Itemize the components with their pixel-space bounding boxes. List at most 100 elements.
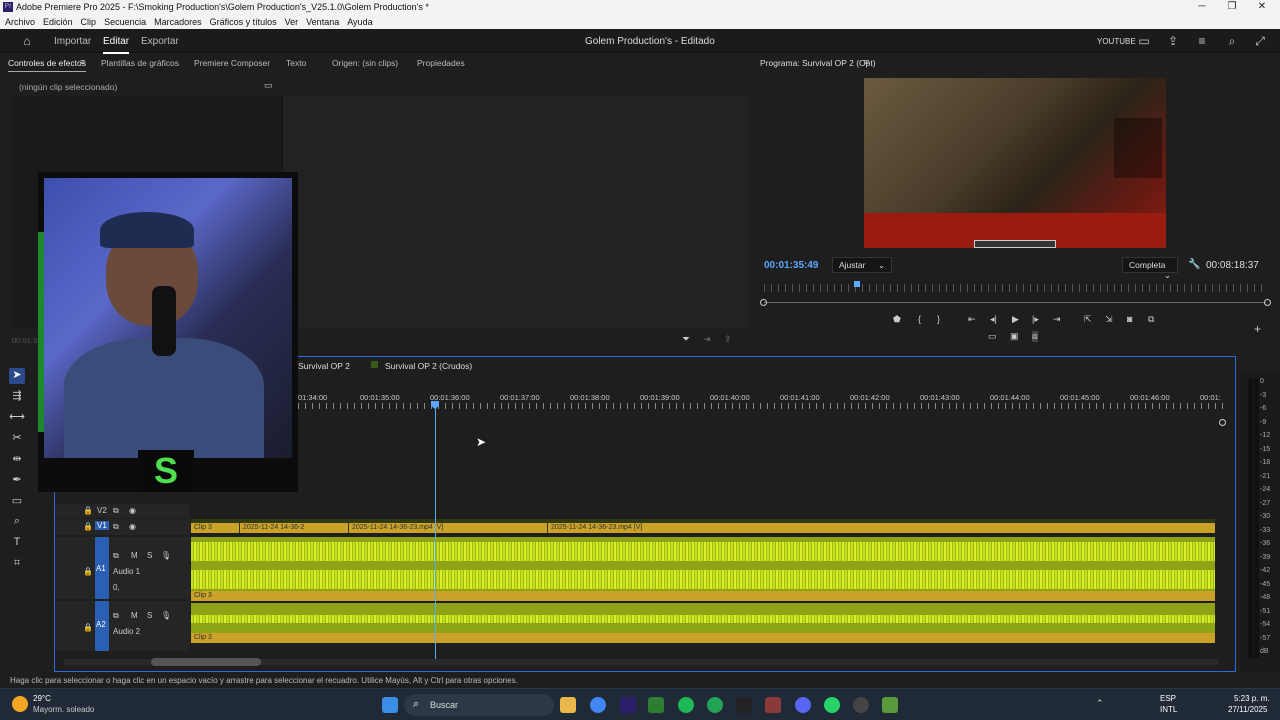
premiere-taskbar-icon[interactable] bbox=[620, 697, 636, 713]
lock-icon[interactable]: 🔒 bbox=[83, 522, 93, 531]
weather-temp[interactable]: 29°C bbox=[33, 694, 51, 703]
chevron-up-icon[interactable]: ⌃ bbox=[1096, 698, 1104, 709]
whatsapp-icon[interactable] bbox=[824, 697, 840, 713]
zoom-handle-left[interactable] bbox=[760, 299, 767, 306]
overwrite-icon[interactable]: ▣ bbox=[1010, 331, 1019, 342]
mark-in-icon[interactable]: { bbox=[918, 314, 921, 324]
extract-icon[interactable]: ⇲ bbox=[1105, 314, 1113, 325]
a1-audio-clip[interactable]: Clip 3 bbox=[191, 537, 1215, 601]
wrench-icon[interactable]: 🔧 bbox=[1188, 259, 1200, 270]
clock-time[interactable]: 5:23 p. m. bbox=[1234, 694, 1270, 703]
slip-icon[interactable]: ⇹ bbox=[9, 452, 25, 468]
program-playhead[interactable] bbox=[854, 281, 860, 287]
lock-icon[interactable]: 🔒 bbox=[83, 623, 93, 632]
a2-audio-clip[interactable]: Clip 3 bbox=[191, 603, 1215, 643]
quality-dropdown[interactable]: Completa ⌄ bbox=[1122, 257, 1178, 280]
menu-ayuda[interactable]: Ayuda bbox=[347, 15, 372, 29]
file-explorer-icon[interactable] bbox=[560, 697, 576, 713]
solo-button[interactable]: S bbox=[147, 551, 152, 560]
search-icon[interactable]: ⌕ bbox=[1225, 34, 1239, 49]
selection-tool-icon[interactable]: ➤ bbox=[9, 368, 25, 384]
step-forward-icon[interactable]: |▸ bbox=[1032, 314, 1039, 325]
tab-plantillas[interactable]: Plantillas de gráficos bbox=[101, 58, 179, 68]
timeline-playhead[interactable] bbox=[435, 403, 436, 663]
play-icon[interactable]: ▶ bbox=[1012, 314, 1019, 325]
filter-icon[interactable]: ⏷ bbox=[682, 334, 690, 345]
chrome-icon[interactable] bbox=[590, 697, 606, 713]
language-code[interactable]: ESP bbox=[1160, 694, 1176, 703]
clock-date[interactable]: 27/11/2025 bbox=[1228, 705, 1267, 714]
menu-marcadores[interactable]: Marcadores bbox=[154, 15, 202, 29]
panel-layout-icon[interactable]: ▭ bbox=[264, 80, 273, 91]
menu-clip[interactable]: Clip bbox=[81, 15, 97, 29]
xbox-icon[interactable] bbox=[648, 697, 664, 713]
zoom-icon[interactable]: ⌕ bbox=[9, 515, 25, 531]
step-back-icon[interactable]: ◂| bbox=[990, 314, 997, 325]
type-tool-icon[interactable]: T bbox=[9, 536, 25, 552]
workspace-label[interactable]: YOUTUBE bbox=[1097, 37, 1136, 46]
menu-secuencia[interactable]: Secuencia bbox=[104, 15, 146, 29]
discord-icon[interactable] bbox=[795, 697, 811, 713]
program-title[interactable]: Programa: Survival OP 2 (Opt) bbox=[760, 58, 876, 68]
captions-tool-icon[interactable]: ⌗ bbox=[9, 557, 25, 573]
menu-ver[interactable]: Ver bbox=[285, 15, 299, 29]
lift-icon[interactable]: ⇱ bbox=[1084, 314, 1092, 325]
tab-survival-op2-crudos[interactable]: Survival OP 2 (Crudos) bbox=[385, 361, 472, 371]
nav-importar[interactable]: Importar bbox=[54, 36, 91, 47]
panel-menu-icon[interactable]: ≡ bbox=[80, 57, 85, 67]
minecraft-icon[interactable] bbox=[882, 697, 898, 713]
lock-icon[interactable]: 🔒 bbox=[83, 506, 93, 515]
tab-texto[interactable]: Texto bbox=[286, 58, 306, 68]
nav-exportar[interactable]: Exportar bbox=[141, 36, 179, 47]
go-to-out-icon[interactable]: ⇥ bbox=[1053, 314, 1061, 325]
menu-ventana[interactable]: Ventana bbox=[306, 15, 339, 29]
export-frame-icon[interactable]: ⇥ bbox=[703, 334, 711, 345]
windows-start-icon[interactable] bbox=[382, 697, 398, 713]
export-icon[interactable]: ⇪ bbox=[724, 334, 732, 345]
hscroll-thumb[interactable] bbox=[151, 658, 261, 666]
mic-icon[interactable]: 🎙 bbox=[161, 551, 171, 560]
eye-icon[interactable]: ◉ bbox=[129, 506, 136, 515]
sync-icon[interactable]: ⧉ bbox=[113, 522, 119, 532]
menu-lines-icon[interactable]: ≡ bbox=[1195, 34, 1209, 48]
app-icon[interactable] bbox=[707, 697, 723, 713]
track-v1-label[interactable]: V1 bbox=[95, 521, 109, 530]
menu-archivo[interactable]: Archivo bbox=[5, 15, 35, 29]
program-zoom-bar[interactable] bbox=[764, 302, 1266, 303]
home-icon[interactable]: ⌂ bbox=[20, 34, 34, 48]
video-clip[interactable]: 2025-11-24 14-36-23.mp4 [V] bbox=[548, 523, 1215, 533]
rectangle-icon[interactable]: ▭ bbox=[9, 494, 25, 510]
minimize-icon[interactable]: ─ bbox=[1192, 1, 1212, 12]
tab-controles-efectos[interactable]: Controles de efectos bbox=[8, 58, 86, 72]
video-clip[interactable]: 2025-11-24 14-36-2 bbox=[240, 523, 348, 533]
app-icon-red[interactable] bbox=[765, 697, 781, 713]
github-icon[interactable] bbox=[853, 697, 869, 713]
mic-icon[interactable]: 🎙 bbox=[161, 611, 171, 620]
tab-survival-op2[interactable]: Survival OP 2 bbox=[298, 361, 350, 371]
video-clip[interactable]: Clip 3 bbox=[191, 523, 239, 533]
close-icon[interactable]: ✕ bbox=[1252, 1, 1272, 12]
weather-desc[interactable]: Mayorm. soleado bbox=[33, 705, 94, 714]
mute-button[interactable]: M bbox=[131, 551, 138, 560]
camera-icon[interactable]: ◙ bbox=[1127, 314, 1132, 324]
share-icon[interactable]: ⇪ bbox=[1166, 34, 1180, 48]
sync-icon[interactable]: ⧉ bbox=[113, 506, 119, 516]
video-clip[interactable]: 2025-11-24 14-36-23.mp4 [V] bbox=[349, 523, 547, 533]
lock-icon[interactable]: 🔒 bbox=[83, 567, 93, 576]
zoom-handle-right[interactable] bbox=[1264, 299, 1271, 306]
tab-origen[interactable]: Origen: (sin clips) bbox=[332, 58, 398, 68]
menu-edicion[interactable]: Edición bbox=[43, 15, 73, 29]
panel-icon[interactable]: ▭ bbox=[1137, 34, 1151, 48]
track-select-icon[interactable]: ⇶ bbox=[9, 389, 25, 405]
language-layout[interactable]: INTL bbox=[1160, 705, 1177, 714]
vscroll-handle[interactable] bbox=[1219, 419, 1226, 426]
nav-editar[interactable]: Editar bbox=[103, 36, 130, 54]
mute-button[interactable]: M bbox=[131, 611, 138, 620]
ripple-edit-icon[interactable]: ⟷ bbox=[9, 410, 25, 426]
weather-icon[interactable] bbox=[12, 696, 28, 712]
spotify-icon[interactable] bbox=[678, 697, 694, 713]
fit-dropdown[interactable]: Ajustar ⌄ bbox=[832, 257, 892, 273]
tab-propiedades[interactable]: Propiedades bbox=[417, 58, 465, 68]
razor-icon[interactable]: ✂ bbox=[9, 431, 25, 447]
program-timecode[interactable]: 00:01:35:49 bbox=[764, 260, 818, 271]
